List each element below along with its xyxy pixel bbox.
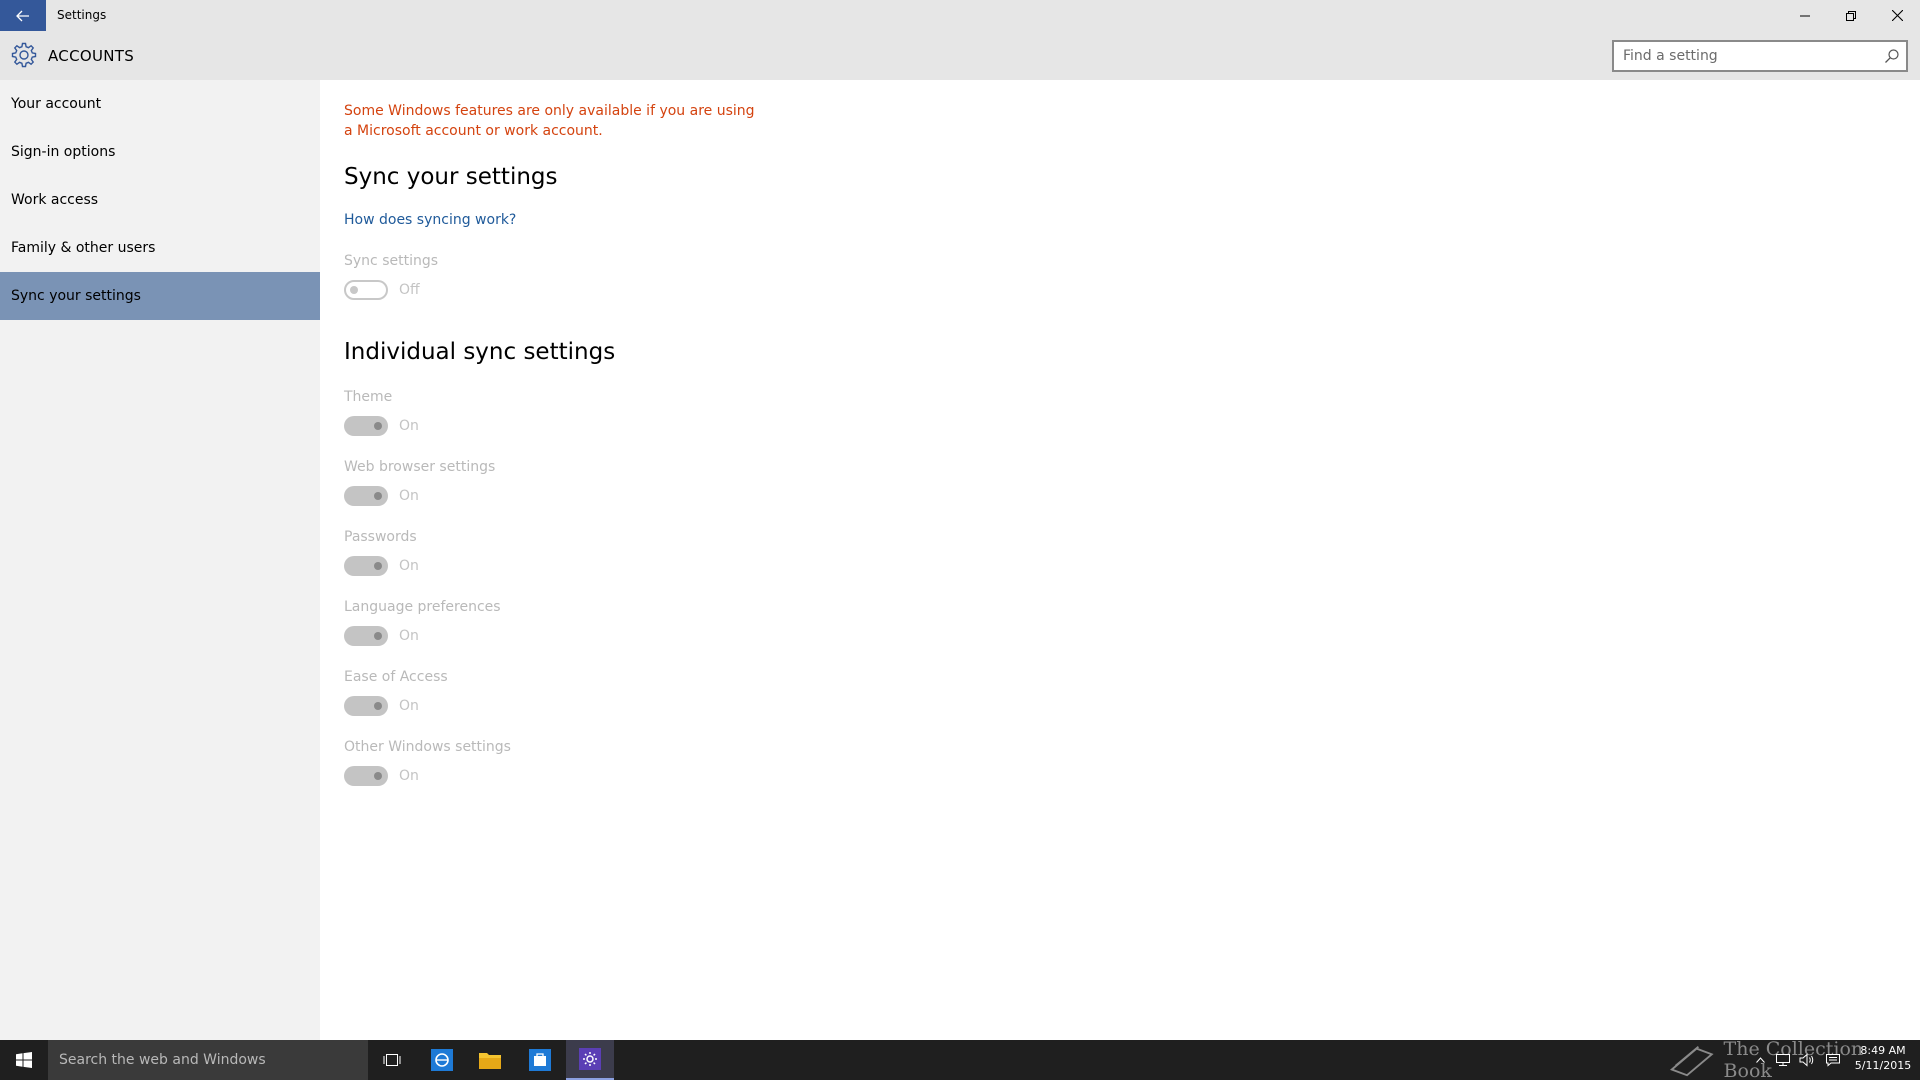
book-icon [1669, 1045, 1714, 1077]
sidebar-item-label: Work access [11, 192, 99, 208]
other-windows-settings-label: Other Windows settings [344, 739, 511, 755]
sync-settings-toggle[interactable] [344, 280, 388, 300]
minimize-icon [1800, 15, 1810, 16]
window-title: Settings [57, 8, 107, 22]
sidebar-item-label: Sync your settings [11, 288, 141, 304]
search-box[interactable] [1612, 40, 1908, 72]
passwords-state: On [399, 558, 419, 574]
passwords-label: Passwords [344, 529, 417, 545]
network-icon [1776, 1054, 1790, 1066]
volume-button[interactable] [1796, 1040, 1818, 1080]
sidebar: Your account Sign-in options Work access… [0, 80, 320, 1040]
restore-button[interactable] [1828, 0, 1874, 31]
settings-app-button[interactable] [566, 1040, 614, 1080]
theme-state: On [399, 418, 419, 434]
web-browser-settings-label: Web browser settings [344, 459, 496, 475]
file-explorer-button[interactable] [466, 1040, 514, 1080]
restore-icon [1846, 10, 1856, 21]
account-warning: Some Windows features are only available… [344, 103, 755, 139]
title-bar: Settings [0, 0, 1920, 31]
taskbar-search-box[interactable]: Search the web and Windows [48, 1040, 368, 1080]
internet-explorer-button[interactable] [418, 1040, 466, 1080]
passwords-toggle[interactable] [344, 556, 388, 576]
theme-label: Theme [344, 389, 393, 405]
task-view-button[interactable] [368, 1040, 416, 1080]
show-hidden-icons-button[interactable] [1752, 1040, 1768, 1080]
minimize-button[interactable] [1782, 0, 1828, 31]
ease-of-access-toggle[interactable] [344, 696, 388, 716]
sidebar-item-sync-your-settings[interactable]: Sync your settings [0, 272, 320, 320]
internet-explorer-icon [431, 1049, 453, 1071]
other-windows-settings-state: On [399, 768, 419, 784]
taskbar-search-text: Search the web and Windows [59, 1052, 266, 1068]
main-content: Some Windows features are only available… [320, 80, 1920, 1040]
sidebar-item-work-access[interactable]: Work access [0, 176, 320, 224]
ease-of-access-state: On [399, 698, 419, 714]
language-preferences-label: Language preferences [344, 599, 501, 615]
clock-date: 5/11/2015 [1854, 1059, 1912, 1072]
file-explorer-icon [479, 1053, 501, 1069]
notification-icon [1826, 1054, 1840, 1067]
sidebar-item-your-account[interactable]: Your account [0, 80, 320, 128]
gear-icon [11, 42, 37, 68]
close-icon [1891, 10, 1903, 21]
search-icon[interactable] [1884, 48, 1900, 64]
close-button[interactable] [1874, 0, 1920, 31]
web-browser-settings-toggle[interactable] [344, 486, 388, 506]
sync-heading: Sync your settings [344, 164, 558, 190]
action-center-button[interactable] [1822, 1040, 1844, 1080]
sidebar-item-sign-in-options[interactable]: Sign-in options [0, 128, 320, 176]
back-button[interactable] [0, 0, 46, 31]
page-title: ACCOUNTS [48, 47, 135, 65]
sync-settings-state: Off [399, 282, 420, 298]
how-syncing-works-link[interactable]: How does syncing work? [344, 212, 516, 228]
web-browser-settings-state: On [399, 488, 419, 504]
volume-icon [1799, 1053, 1814, 1067]
other-windows-settings-toggle[interactable] [344, 766, 388, 786]
language-preferences-toggle[interactable] [344, 626, 388, 646]
sidebar-item-family-other-users[interactable]: Family & other users [0, 224, 320, 272]
sidebar-item-label: Your account [11, 96, 102, 112]
sync-settings-label: Sync settings [344, 253, 439, 269]
ease-of-access-label: Ease of Access [344, 669, 448, 685]
clock[interactable]: 8:49 AM 5/11/2015 [1850, 1043, 1916, 1073]
clock-time: 8:49 AM [1860, 1044, 1906, 1057]
header: ACCOUNTS [0, 31, 1920, 80]
chevron-up-icon [1755, 1057, 1765, 1063]
store-button[interactable] [516, 1040, 564, 1080]
individual-sync-heading: Individual sync settings [344, 339, 616, 365]
network-button[interactable] [1772, 1040, 1794, 1080]
store-icon [529, 1049, 551, 1071]
arrow-left-icon [16, 10, 29, 21]
theme-toggle[interactable] [344, 416, 388, 436]
search-input[interactable] [1614, 42, 1874, 70]
sidebar-item-label: Sign-in options [11, 144, 116, 160]
start-button[interactable] [0, 1040, 48, 1080]
taskbar: Search the web and Windows The Collectio… [0, 1038, 1920, 1080]
language-preferences-state: On [399, 628, 419, 644]
task-view-icon [383, 1054, 401, 1066]
settings-icon [579, 1048, 601, 1070]
sidebar-item-label: Family & other users [11, 240, 156, 256]
windows-logo-icon [16, 1052, 32, 1068]
